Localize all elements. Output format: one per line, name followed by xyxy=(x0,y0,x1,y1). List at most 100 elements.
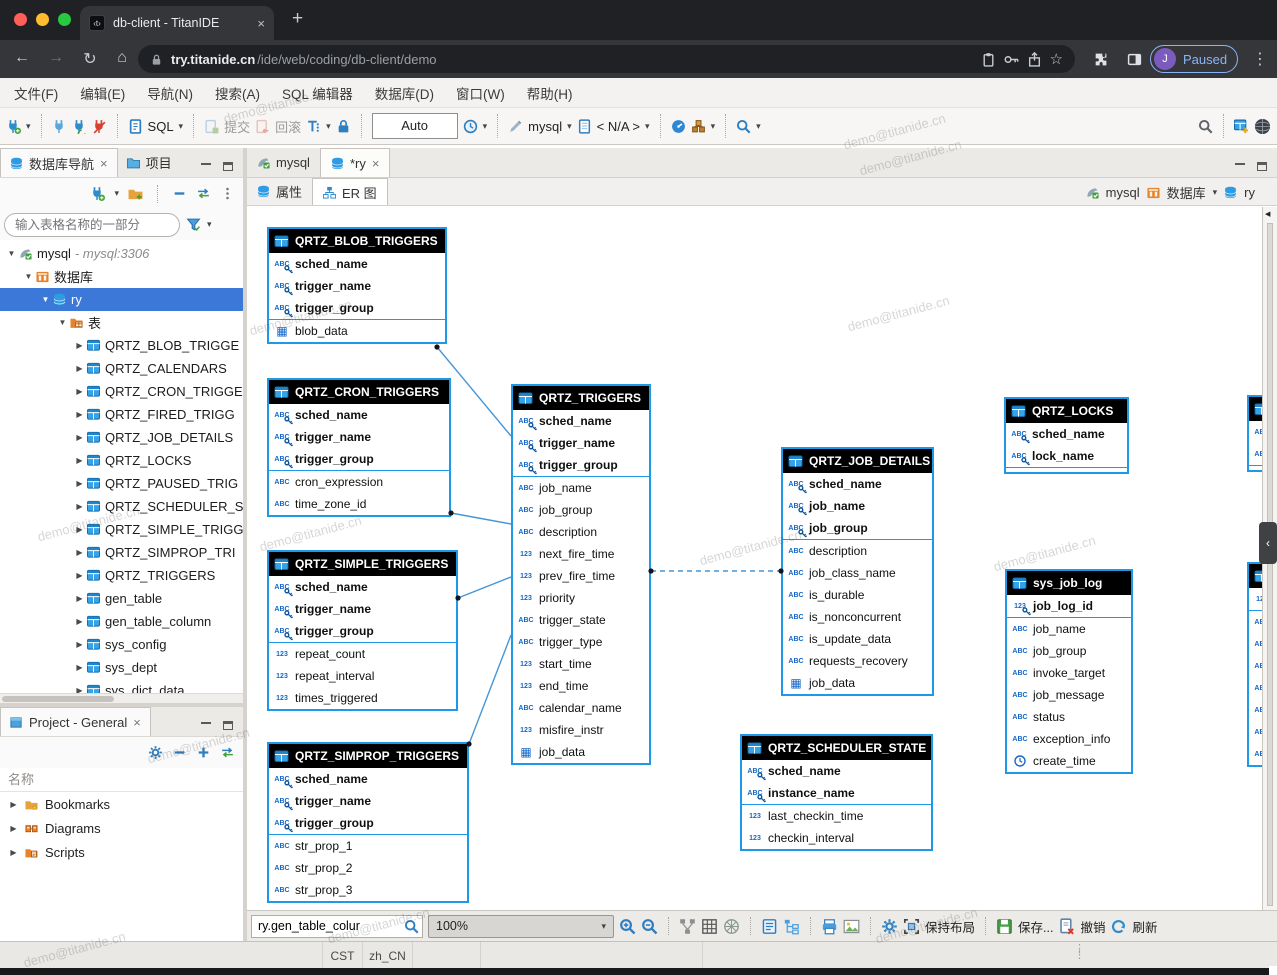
menu-item-5[interactable]: 数据库(D) xyxy=(375,83,434,103)
diagram-settings-gear-icon[interactable] xyxy=(881,918,898,935)
tasks-caret-icon[interactable]: ▾ xyxy=(711,121,716,132)
project-item-Diagrams[interactable]: ▶Diagrams xyxy=(0,816,243,840)
tab-project-general[interactable]: Project - General × xyxy=(0,707,151,736)
panel-minimize-icon[interactable] xyxy=(201,163,211,170)
er-column[interactable]: ABCjob_message xyxy=(1007,684,1131,706)
tree-item-ry[interactable]: ▼ry xyxy=(0,288,243,311)
tree-item-QRTZ_BLOB_TRIGGE[interactable]: ▶QRTZ_BLOB_TRIGGE xyxy=(0,334,243,357)
close-window-button[interactable] xyxy=(14,13,27,26)
reload-icon[interactable]: ↻ xyxy=(78,49,102,69)
er-table-header[interactable]: QRTZ_CRON_TRIGGERS xyxy=(269,380,449,404)
connection-caret-icon[interactable]: ▾ xyxy=(567,121,572,132)
new-table-icon[interactable] xyxy=(1234,119,1249,134)
tasks-icon[interactable] xyxy=(691,119,706,134)
breadcrumb-database[interactable]: 数据库 xyxy=(1167,183,1206,202)
er-table-header[interactable]: QRTZ_JOB_DETAILS xyxy=(783,449,932,473)
er-table-QRTZ_TRIGGERS[interactable]: QRTZ_TRIGGERSABCsched_nameABCtrigger_nam… xyxy=(511,384,651,765)
er-column-pk[interactable]: ABCtrigger_name xyxy=(269,275,445,297)
tree-item-QRTZ_CALENDARS[interactable]: ▶QRTZ_CALENDARS xyxy=(0,357,243,380)
er-column[interactable]: ABCexception_info xyxy=(1007,728,1131,750)
expand-arrow-icon[interactable]: ▶ xyxy=(72,640,87,649)
panel-maximize-icon[interactable] xyxy=(223,162,233,171)
er-table-clipped[interactable]: ABCABC xyxy=(1247,395,1262,472)
er-table-QRTZ_BLOB_TRIGGERS[interactable]: QRTZ_BLOB_TRIGGERSABCsched_nameABCtrigge… xyxy=(267,227,447,344)
tree-item-sys_config[interactable]: ▶sys_config xyxy=(0,633,243,656)
save-label[interactable]: 保存... xyxy=(1018,917,1053,936)
url-bar[interactable]: try.titanide.cn /ide/web/coding/db-clien… xyxy=(138,45,1075,73)
tree-item-QRTZ_SIMPROP_TRI[interactable]: ▶QRTZ_SIMPROP_TRI xyxy=(0,541,243,564)
er-column[interactable]: create_time xyxy=(1007,750,1131,772)
link-with-editor-icon[interactable] xyxy=(220,745,235,760)
menu-item-1[interactable]: 编辑(E) xyxy=(80,83,125,103)
er-column[interactable]: ABCis_durable xyxy=(783,584,932,606)
panel-minimize-icon[interactable] xyxy=(201,722,211,729)
toggle-grid-icon[interactable] xyxy=(701,918,718,935)
er-column-pk[interactable]: ABCtrigger_group xyxy=(269,448,449,470)
active-schema-label[interactable]: < N/A > xyxy=(597,119,640,134)
tree-item-表[interactable]: ▼表 xyxy=(0,311,243,334)
tree-item-QRTZ_CRON_TRIGGE[interactable]: ▶QRTZ_CRON_TRIGGE xyxy=(0,380,243,403)
er-column-pk[interactable]: ABCtrigger_group xyxy=(269,620,456,642)
project-item-Bookmarks[interactable]: ▶Bookmarks xyxy=(0,792,243,816)
profile-button[interactable]: J Paused xyxy=(1150,45,1238,73)
er-column[interactable]: ABCtrigger_type xyxy=(513,631,649,653)
er-column[interactable]: ABCstr_prop_3 xyxy=(269,879,467,901)
menu-item-4[interactable]: SQL 编辑器 xyxy=(282,83,353,103)
menu-item-3[interactable]: 搜索(A) xyxy=(215,83,260,103)
editor-minimize-icon[interactable] xyxy=(1235,163,1245,170)
er-table-header[interactable] xyxy=(1249,564,1262,588)
er-column[interactable]: ABCstatus xyxy=(1007,706,1131,728)
commit-icon[interactable] xyxy=(204,119,219,134)
palette-flyout-handle[interactable]: ‹ xyxy=(1259,522,1277,564)
er-column[interactable]: ABCdescription xyxy=(783,540,932,562)
extensions-puzzle-icon[interactable] xyxy=(1088,51,1112,69)
breadcrumb-connection[interactable]: mysql xyxy=(1106,185,1140,200)
new-folder-icon[interactable] xyxy=(128,186,143,201)
er-table-header[interactable]: sys_job_log xyxy=(1007,571,1131,595)
new-tab-button[interactable]: + xyxy=(292,8,303,30)
commit-label[interactable]: 提交 xyxy=(224,117,250,136)
tree-item-gen_table_column[interactable]: ▶gen_table_column xyxy=(0,610,243,633)
er-column[interactable]: ABCis_update_data xyxy=(783,628,932,650)
tree-item-QRTZ_TRIGGERS[interactable]: ▶QRTZ_TRIGGERS xyxy=(0,564,243,587)
er-column-pk[interactable]: ABCtrigger_group xyxy=(269,297,445,319)
tree-item-QRTZ_PAUSED_TRIG[interactable]: ▶QRTZ_PAUSED_TRIG xyxy=(0,472,243,495)
auto-layout-icon[interactable] xyxy=(679,918,696,935)
er-column[interactable]: 123checkin_interval xyxy=(742,827,931,849)
keep-layout-label[interactable]: 保持布局 xyxy=(925,917,975,936)
table-filter-input[interactable] xyxy=(4,213,180,237)
er-column-pk[interactable]: ABCsched_name xyxy=(269,253,445,275)
sidepanel-icon[interactable] xyxy=(1122,51,1146,69)
routing-icon[interactable] xyxy=(723,918,740,935)
tree-item-QRTZ_FIRED_TRIGG[interactable]: ▶QRTZ_FIRED_TRIGG xyxy=(0,403,243,426)
gear-icon[interactable] xyxy=(148,745,163,760)
breadcrumb-schema[interactable]: ry xyxy=(1244,185,1255,200)
er-table-sys_job_log[interactable]: sys_job_log123job_log_idABCjob_nameABCjo… xyxy=(1005,569,1133,774)
er-column[interactable]: 123last_checkin_time xyxy=(742,805,931,827)
er-table-header[interactable]: QRTZ_SCHEDULER_STATE xyxy=(742,736,931,760)
lock-icon[interactable] xyxy=(336,119,351,134)
add-note-icon[interactable] xyxy=(761,918,778,935)
editor-maximize-icon[interactable] xyxy=(1257,162,1267,171)
er-column-pk[interactable]: ABCsched_name xyxy=(742,760,931,782)
connect-icon[interactable] xyxy=(52,119,67,134)
er-table-QRTZ_JOB_DETAILS[interactable]: QRTZ_JOB_DETAILSABCsched_nameABCjob_name… xyxy=(781,447,934,696)
expand-arrow-icon[interactable]: ▶ xyxy=(6,848,21,857)
er-column-pk[interactable]: 123 xyxy=(1249,588,1262,610)
collapse-arrow-icon[interactable]: ▼ xyxy=(4,249,19,258)
er-table-QRTZ_SIMPLE_TRIGGERS[interactable]: QRTZ_SIMPLE_TRIGGERSABCsched_nameABCtrig… xyxy=(267,550,458,711)
undo-icon[interactable] xyxy=(1058,918,1075,935)
back-icon[interactable]: ← xyxy=(10,49,34,67)
er-column-pk[interactable]: ABCinstance_name xyxy=(742,782,931,804)
er-diagram-canvas[interactable]: QRTZ_BLOB_TRIGGERSABCsched_nameABCtrigge… xyxy=(247,207,1262,910)
er-column-pk[interactable]: ABCtrigger_name xyxy=(269,598,456,620)
er-table-header[interactable] xyxy=(1249,397,1262,421)
transaction-log-icon[interactable] xyxy=(463,119,478,134)
menu-item-6[interactable]: 窗口(W) xyxy=(456,83,505,103)
er-column-pk[interactable]: ABCtrigger_group xyxy=(513,454,649,476)
er-column[interactable]: 123misfire_instr xyxy=(513,719,649,741)
new-connection-icon[interactable] xyxy=(90,186,105,201)
er-column[interactable]: ABCjob_name xyxy=(513,477,649,499)
transaction-log-caret-icon[interactable]: ▾ xyxy=(483,121,488,132)
active-connection-label[interactable]: mysql xyxy=(528,119,562,134)
